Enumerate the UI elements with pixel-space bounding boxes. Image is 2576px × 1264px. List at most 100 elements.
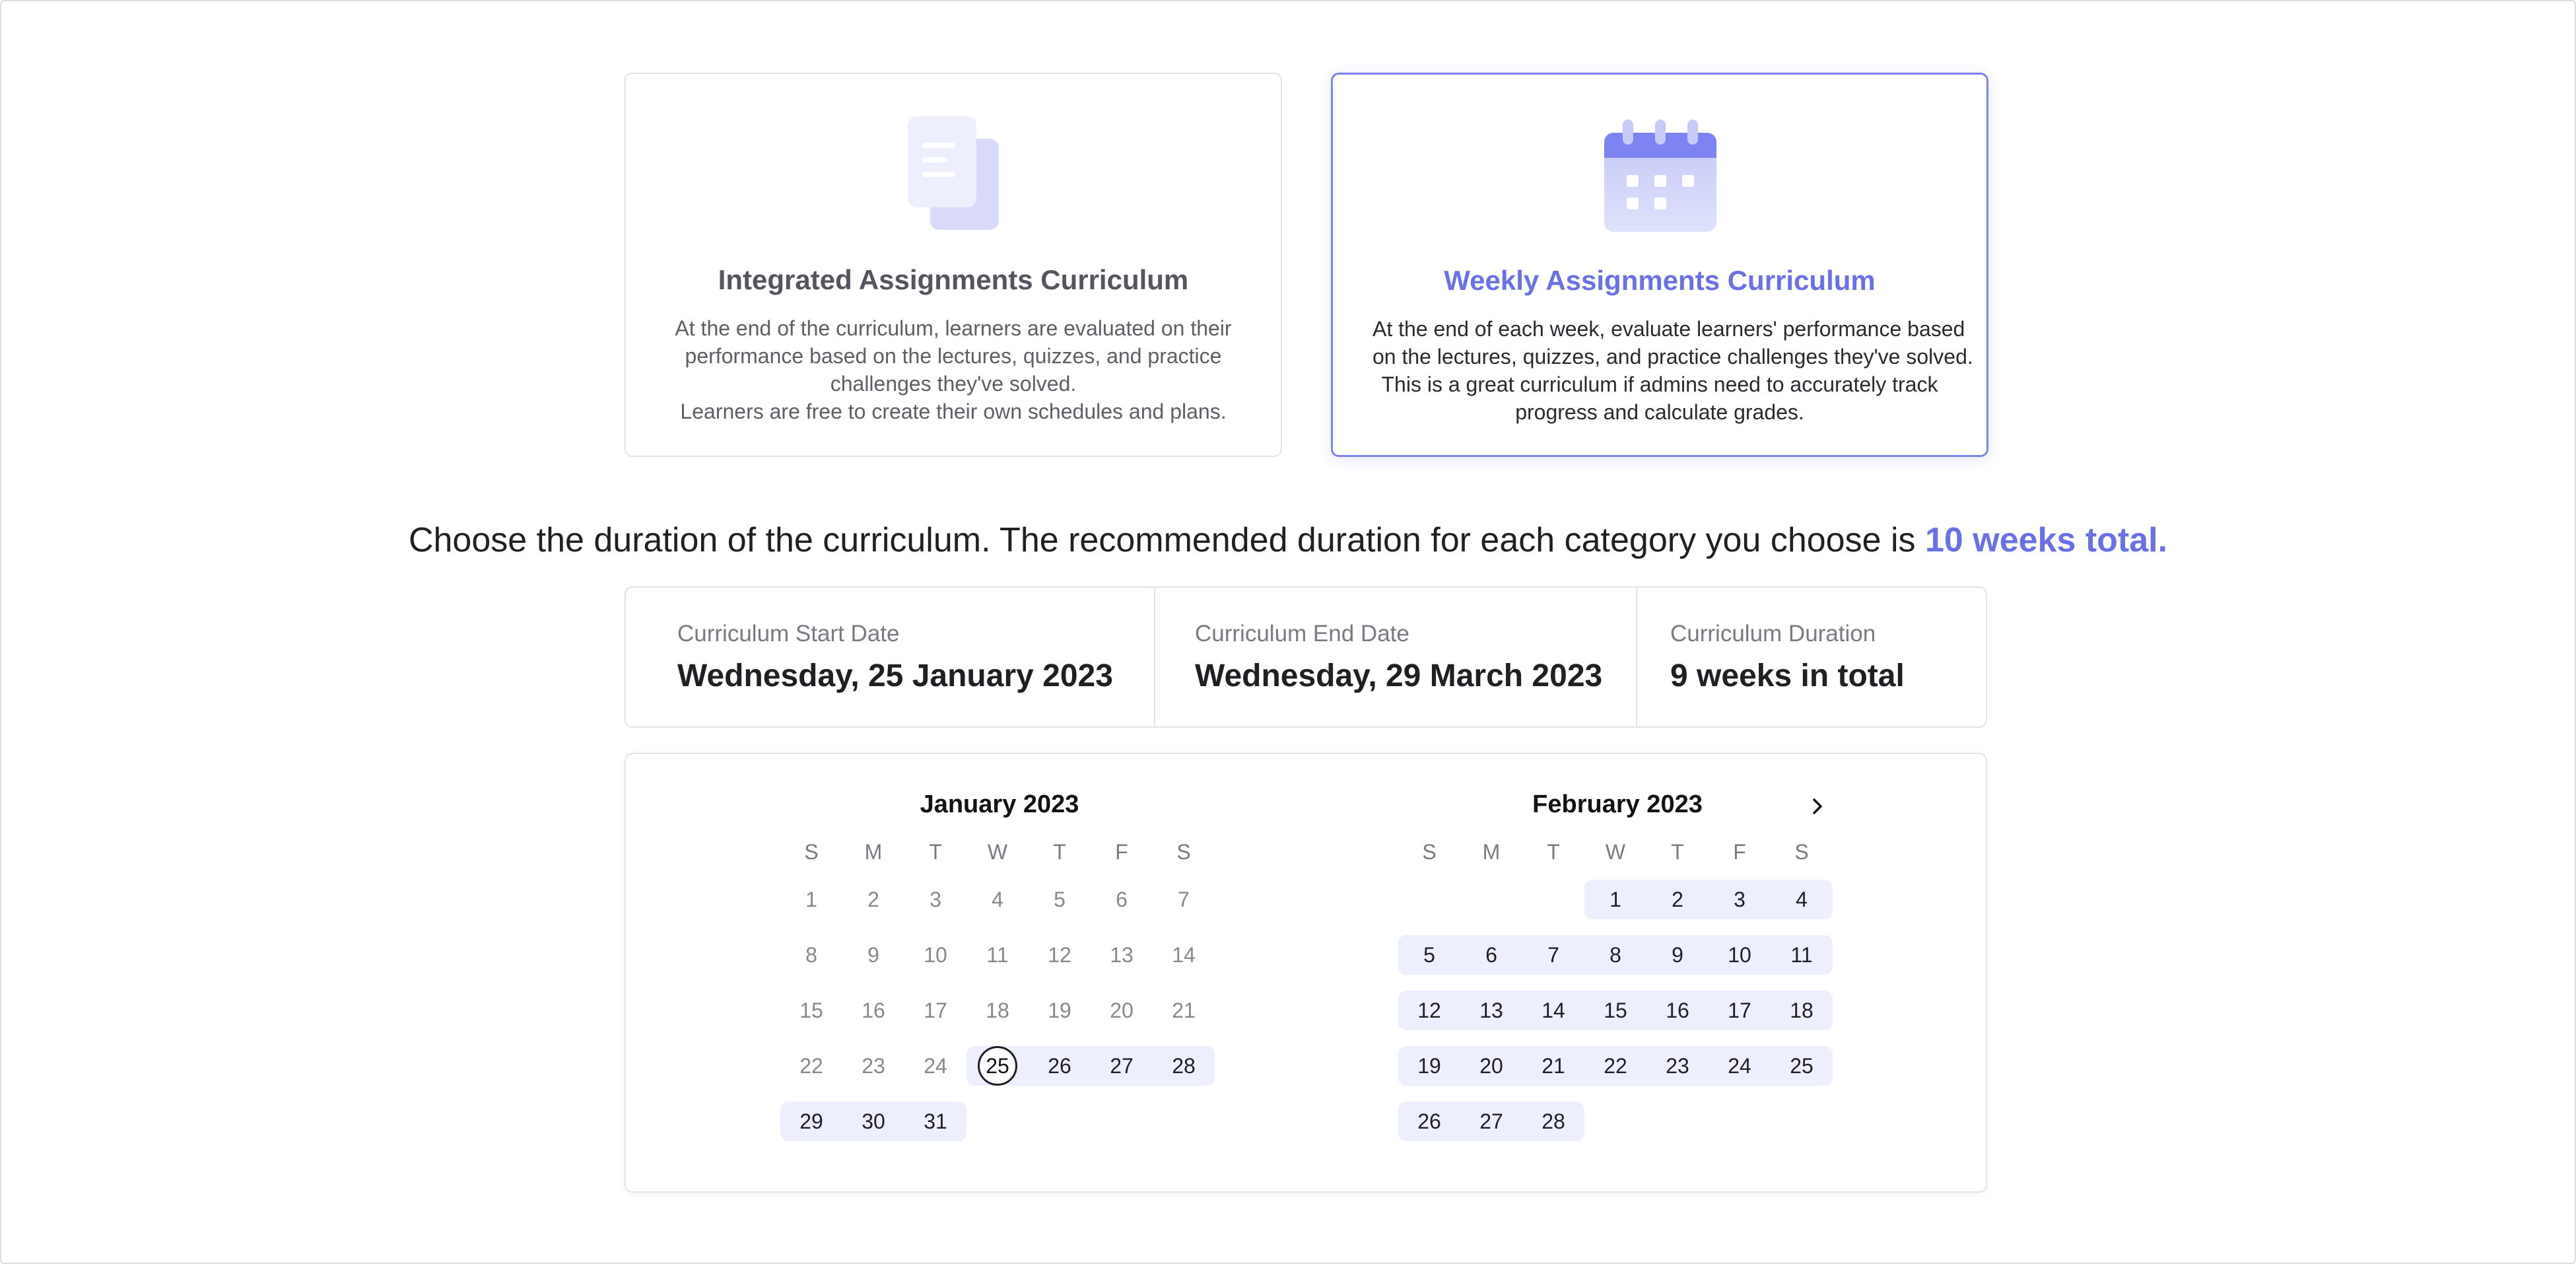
day-cell[interactable]: 4 [966,880,1029,919]
day-cell[interactable]: 18 [966,991,1029,1030]
end-date-field[interactable]: Curriculum End Date Wednesday, 29 March … [1154,588,1636,726]
day-cell[interactable]: 3 [1709,880,1771,919]
day-cell[interactable]: 12 [1398,991,1460,1030]
day-cell[interactable]: 7 [1153,880,1215,919]
day-cell[interactable]: 2 [842,880,904,919]
day-number: 10 [1728,942,1751,967]
card-description-line: This is a great curriculum if admins nee… [1381,372,1938,396]
week-row: 29 30 31 [780,1094,1215,1149]
day-cell[interactable]: 23 [842,1046,904,1086]
month-grid: S M T W T F S 1 2 3 4 5 6 7 8 9 10 11 12 13 14 15 16 17 18 19 20 21… [780,832,1215,1149]
day-cell[interactable]: 28 [1153,1046,1215,1086]
day-cell[interactable]: 29 [780,1102,842,1141]
day-cell[interactable]: 11 [966,935,1029,975]
day-cell[interactable]: 16 [1646,991,1709,1030]
empty-day-cell [1584,1102,1646,1141]
week-row: 19 20 21 22 23 24 25 [1398,1038,1833,1094]
day-cell[interactable]: 11 [1771,935,1833,975]
day-cell[interactable]: 26 [1029,1046,1091,1086]
day-number: 21 [1172,998,1196,1022]
duration-field: Curriculum Duration 9 weeks in total [1636,588,1986,726]
day-cell[interactable]: 15 [1584,991,1646,1030]
day-number: 18 [986,998,1009,1022]
day-cell[interactable]: 14 [1522,991,1584,1030]
weekday-header-row: SMTWTFS [780,832,1215,872]
day-number: 30 [862,1109,885,1133]
day-cell[interactable]: 9 [842,935,904,975]
date-range-calendar: January 2023 S M T W T F S 1 2 3 4 5 6 7 8 9 10 11 12 13 14 1… [625,753,1987,1193]
day-cell[interactable]: 19 [1029,991,1091,1030]
day-cell[interactable]: 17 [1709,991,1771,1030]
day-cell[interactable]: 20 [1460,1046,1522,1086]
day-cell[interactable]: 7 [1522,935,1584,975]
day-cell[interactable]: 21 [1522,1046,1584,1086]
day-cell[interactable]: 1 [780,880,842,919]
day-cell[interactable]: 9 [1646,935,1709,975]
day-cell[interactable]: 25 [966,1046,1029,1086]
weekday-header: F [1733,840,1746,864]
day-number: 16 [1666,998,1689,1022]
integrated-curriculum-card[interactable]: Integrated Assignments Curriculum At the… [625,73,1282,457]
week-row: 8 9 10 11 12 13 14 [780,927,1215,983]
day-cell[interactable]: 8 [780,935,842,975]
day-cell[interactable]: 31 [904,1102,966,1141]
day-number: 26 [1048,1053,1071,1078]
day-cell[interactable]: 24 [1709,1046,1771,1086]
day-number: 18 [1790,998,1813,1022]
day-cell[interactable]: 21 [1153,991,1215,1030]
day-cell[interactable]: 27 [1460,1102,1522,1141]
day-number: 13 [1110,942,1134,967]
week-row: 26 27 28 [1398,1094,1833,1149]
day-cell[interactable]: 8 [1584,935,1646,975]
day-cell[interactable]: 22 [1584,1046,1646,1086]
weekday-header: T [1053,840,1066,864]
duration-label: Curriculum Duration [1670,621,1876,647]
card-description: At the end of the curriculum, learners a… [665,314,1241,425]
day-cell[interactable]: 1 [1584,880,1646,919]
day-cell[interactable]: 17 [904,991,966,1030]
day-cell[interactable]: 23 [1646,1046,1709,1086]
day-cell[interactable]: 14 [1153,935,1215,975]
day-cell[interactable]: 3 [904,880,966,919]
day-cell[interactable]: 27 [1091,1046,1153,1086]
card-description-line: Learners are free to create their own sc… [680,400,1227,423]
day-number: 12 [1048,942,1071,967]
weekly-curriculum-card[interactable]: Weekly Assignments Curriculum At the end… [1331,73,1988,457]
day-cell[interactable]: 5 [1398,935,1460,975]
day-cell[interactable]: 2 [1646,880,1709,919]
headline-text: Choose the duration of the curriculum. T… [408,521,1925,559]
day-cell[interactable]: 22 [780,1046,842,1086]
day-cell[interactable]: 4 [1771,880,1833,919]
day-cell[interactable]: 10 [904,935,966,975]
day-cell[interactable]: 5 [1029,880,1091,919]
day-cell[interactable]: 13 [1091,935,1153,975]
calendar-icon [1603,114,1718,240]
next-month-button[interactable] [1801,790,1834,823]
empty-day-cell [1460,880,1522,919]
day-cell[interactable]: 6 [1460,935,1522,975]
day-cell[interactable]: 16 [842,991,904,1030]
end-date-value: Wednesday, 29 March 2023 [1195,658,1603,693]
start-date-field[interactable]: Curriculum Start Date Wednesday, 25 Janu… [626,588,1154,726]
day-number: 1 [805,887,817,911]
day-cell[interactable]: 15 [780,991,842,1030]
day-cell[interactable]: 25 [1771,1046,1833,1086]
day-cell[interactable]: 26 [1398,1102,1460,1141]
day-cell[interactable]: 28 [1522,1102,1584,1141]
day-number: 9 [1672,942,1683,967]
day-cell[interactable]: 24 [904,1046,966,1086]
empty-day-cell [966,1102,1029,1141]
day-cell[interactable]: 30 [842,1102,904,1141]
day-cell[interactable]: 20 [1091,991,1153,1030]
empty-day-cell [1029,1102,1091,1141]
day-cell[interactable]: 10 [1709,935,1771,975]
day-cell[interactable]: 13 [1460,991,1522,1030]
recommended-duration: 10 weeks total. [1924,521,2168,559]
day-cell[interactable]: 19 [1398,1046,1460,1086]
day-cell[interactable]: 6 [1091,880,1153,919]
day-number: 23 [1666,1053,1689,1078]
day-cell[interactable]: 12 [1029,935,1091,975]
start-date-label: Curriculum Start Date [677,621,900,647]
weekday-header: S [1794,840,1809,864]
day-cell[interactable]: 18 [1771,991,1833,1030]
